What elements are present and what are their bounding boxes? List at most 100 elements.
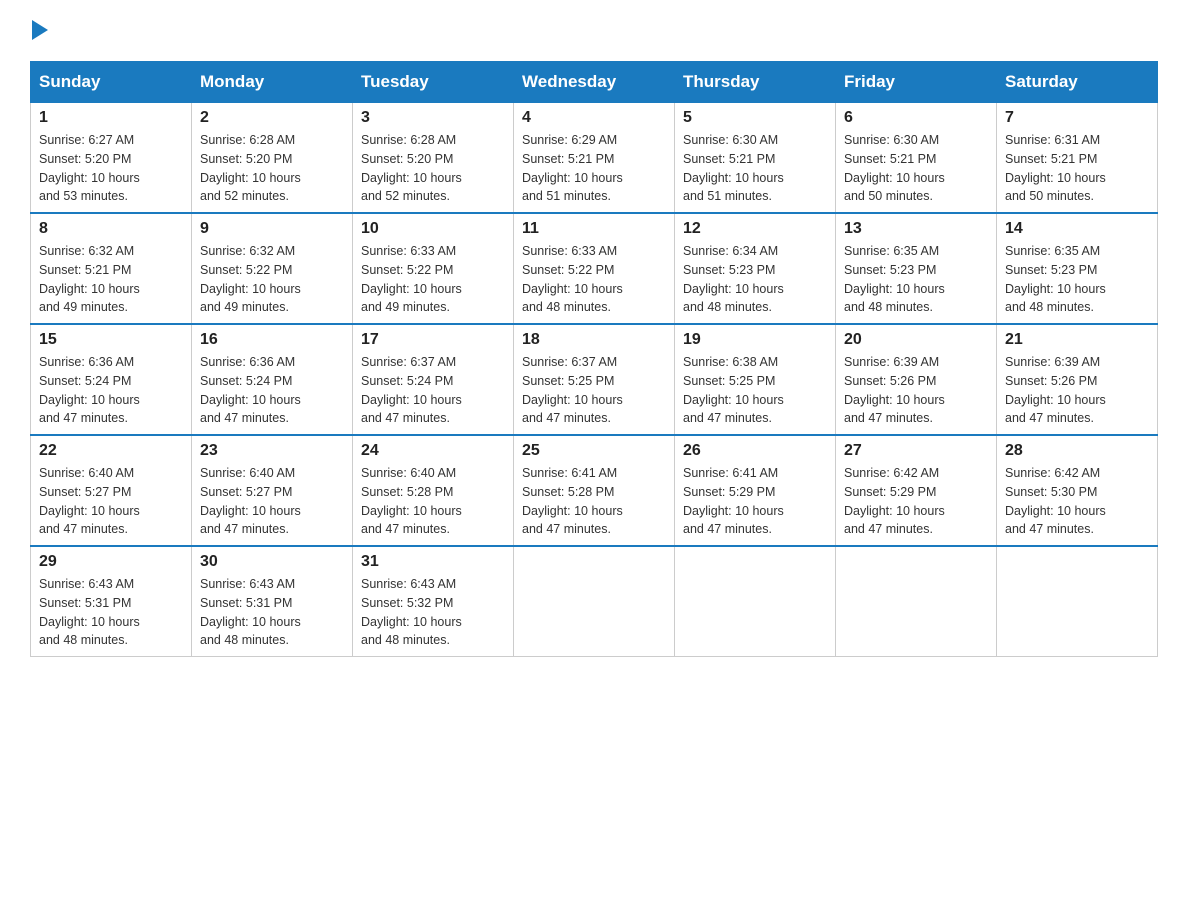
calendar-week-row: 15 Sunrise: 6:36 AMSunset: 5:24 PMDayligh… xyxy=(31,324,1158,435)
day-info: Sunrise: 6:39 AMSunset: 5:26 PMDaylight:… xyxy=(1005,353,1149,428)
calendar-cell: 23 Sunrise: 6:40 AMSunset: 5:27 PMDayligh… xyxy=(192,435,353,546)
calendar-cell: 6 Sunrise: 6:30 AMSunset: 5:21 PMDaylight… xyxy=(836,103,997,214)
calendar-cell: 5 Sunrise: 6:30 AMSunset: 5:21 PMDaylight… xyxy=(675,103,836,214)
calendar-cell xyxy=(997,546,1158,657)
day-info: Sunrise: 6:42 AMSunset: 5:30 PMDaylight:… xyxy=(1005,464,1149,539)
calendar-cell: 2 Sunrise: 6:28 AMSunset: 5:20 PMDaylight… xyxy=(192,103,353,214)
day-info: Sunrise: 6:33 AMSunset: 5:22 PMDaylight:… xyxy=(522,242,666,317)
calendar-cell: 24 Sunrise: 6:40 AMSunset: 5:28 PMDayligh… xyxy=(353,435,514,546)
day-number: 2 xyxy=(200,109,344,127)
day-number: 23 xyxy=(200,442,344,460)
calendar-cell: 9 Sunrise: 6:32 AMSunset: 5:22 PMDaylight… xyxy=(192,213,353,324)
calendar-cell: 20 Sunrise: 6:39 AMSunset: 5:26 PMDayligh… xyxy=(836,324,997,435)
calendar-cell xyxy=(514,546,675,657)
day-number: 31 xyxy=(361,553,505,571)
day-number: 20 xyxy=(844,331,988,349)
calendar-cell: 22 Sunrise: 6:40 AMSunset: 5:27 PMDayligh… xyxy=(31,435,192,546)
day-number: 19 xyxy=(683,331,827,349)
calendar-week-row: 29Sunrise: 6:43 AMSunset: 5:31 PMDayligh… xyxy=(31,546,1158,657)
day-info: Sunrise: 6:38 AMSunset: 5:25 PMDaylight:… xyxy=(683,353,827,428)
day-number: 22 xyxy=(39,442,183,460)
day-info: Sunrise: 6:37 AMSunset: 5:24 PMDaylight:… xyxy=(361,353,505,428)
calendar-cell: 1Sunrise: 6:27 AMSunset: 5:20 PMDaylight… xyxy=(31,103,192,214)
day-info: Sunrise: 6:35 AMSunset: 5:23 PMDaylight:… xyxy=(1005,242,1149,317)
day-info: Sunrise: 6:29 AMSunset: 5:21 PMDaylight:… xyxy=(522,131,666,206)
calendar-week-row: 8 Sunrise: 6:32 AMSunset: 5:21 PMDaylight… xyxy=(31,213,1158,324)
calendar-cell: 25Sunrise: 6:41 AMSunset: 5:28 PMDayligh… xyxy=(514,435,675,546)
day-number: 24 xyxy=(361,442,505,460)
calendar-header-row: SundayMondayTuesdayWednesdayThursdayFrid… xyxy=(31,62,1158,103)
calendar-cell xyxy=(675,546,836,657)
column-header-monday: Monday xyxy=(192,62,353,103)
day-info: Sunrise: 6:33 AMSunset: 5:22 PMDaylight:… xyxy=(361,242,505,317)
day-number: 4 xyxy=(522,109,666,127)
day-number: 9 xyxy=(200,220,344,238)
day-info: Sunrise: 6:40 AMSunset: 5:28 PMDaylight:… xyxy=(361,464,505,539)
day-number: 17 xyxy=(361,331,505,349)
day-info: Sunrise: 6:43 AMSunset: 5:31 PMDaylight:… xyxy=(200,575,344,650)
calendar-cell: 16 Sunrise: 6:36 AMSunset: 5:24 PMDayligh… xyxy=(192,324,353,435)
calendar-cell: 4 Sunrise: 6:29 AMSunset: 5:21 PMDaylight… xyxy=(514,103,675,214)
calendar-cell: 13 Sunrise: 6:35 AMSunset: 5:23 PMDayligh… xyxy=(836,213,997,324)
day-info: Sunrise: 6:41 AMSunset: 5:29 PMDaylight:… xyxy=(683,464,827,539)
calendar-cell: 27 Sunrise: 6:42 AMSunset: 5:29 PMDayligh… xyxy=(836,435,997,546)
day-number: 28 xyxy=(1005,442,1149,460)
calendar-week-row: 1Sunrise: 6:27 AMSunset: 5:20 PMDaylight… xyxy=(31,103,1158,214)
day-info: Sunrise: 6:30 AMSunset: 5:21 PMDaylight:… xyxy=(844,131,988,206)
day-number: 14 xyxy=(1005,220,1149,238)
day-info: Sunrise: 6:28 AMSunset: 5:20 PMDaylight:… xyxy=(200,131,344,206)
day-number: 27 xyxy=(844,442,988,460)
day-number: 15 xyxy=(39,331,183,349)
calendar-cell: 11 Sunrise: 6:33 AMSunset: 5:22 PMDayligh… xyxy=(514,213,675,324)
day-number: 3 xyxy=(361,109,505,127)
column-header-wednesday: Wednesday xyxy=(514,62,675,103)
column-header-sunday: Sunday xyxy=(31,62,192,103)
calendar-cell: 14 Sunrise: 6:35 AMSunset: 5:23 PMDayligh… xyxy=(997,213,1158,324)
calendar-cell: 7 Sunrise: 6:31 AMSunset: 5:21 PMDaylight… xyxy=(997,103,1158,214)
day-info: Sunrise: 6:32 AMSunset: 5:22 PMDaylight:… xyxy=(200,242,344,317)
day-info: Sunrise: 6:36 AMSunset: 5:24 PMDaylight:… xyxy=(200,353,344,428)
day-number: 25 xyxy=(522,442,666,460)
day-number: 8 xyxy=(39,220,183,238)
day-number: 10 xyxy=(361,220,505,238)
day-info: Sunrise: 6:34 AMSunset: 5:23 PMDaylight:… xyxy=(683,242,827,317)
day-info: Sunrise: 6:36 AMSunset: 5:24 PMDaylight:… xyxy=(39,353,183,428)
calendar-cell: 15 Sunrise: 6:36 AMSunset: 5:24 PMDayligh… xyxy=(31,324,192,435)
day-number: 11 xyxy=(522,220,666,238)
logo-arrow-icon xyxy=(32,20,48,40)
day-info: Sunrise: 6:40 AMSunset: 5:27 PMDaylight:… xyxy=(39,464,183,539)
day-info: Sunrise: 6:30 AMSunset: 5:21 PMDaylight:… xyxy=(683,131,827,206)
day-number: 7 xyxy=(1005,109,1149,127)
column-header-saturday: Saturday xyxy=(997,62,1158,103)
column-header-tuesday: Tuesday xyxy=(353,62,514,103)
calendar-cell: 28 Sunrise: 6:42 AMSunset: 5:30 PMDayligh… xyxy=(997,435,1158,546)
day-info: Sunrise: 6:32 AMSunset: 5:21 PMDaylight:… xyxy=(39,242,183,317)
calendar-cell: 8 Sunrise: 6:32 AMSunset: 5:21 PMDaylight… xyxy=(31,213,192,324)
day-info: Sunrise: 6:42 AMSunset: 5:29 PMDaylight:… xyxy=(844,464,988,539)
day-number: 21 xyxy=(1005,331,1149,349)
logo xyxy=(30,20,48,41)
calendar-cell: 12Sunrise: 6:34 AMSunset: 5:23 PMDayligh… xyxy=(675,213,836,324)
calendar-cell: 18Sunrise: 6:37 AMSunset: 5:25 PMDayligh… xyxy=(514,324,675,435)
day-number: 5 xyxy=(683,109,827,127)
calendar-cell: 17 Sunrise: 6:37 AMSunset: 5:24 PMDayligh… xyxy=(353,324,514,435)
calendar-cell: 3Sunrise: 6:28 AMSunset: 5:20 PMDaylight… xyxy=(353,103,514,214)
day-info: Sunrise: 6:43 AMSunset: 5:32 PMDaylight:… xyxy=(361,575,505,650)
day-number: 1 xyxy=(39,109,183,127)
calendar-cell xyxy=(836,546,997,657)
day-number: 13 xyxy=(844,220,988,238)
day-info: Sunrise: 6:40 AMSunset: 5:27 PMDaylight:… xyxy=(200,464,344,539)
day-info: Sunrise: 6:35 AMSunset: 5:23 PMDaylight:… xyxy=(844,242,988,317)
calendar-cell: 30Sunrise: 6:43 AMSunset: 5:31 PMDayligh… xyxy=(192,546,353,657)
day-info: Sunrise: 6:39 AMSunset: 5:26 PMDaylight:… xyxy=(844,353,988,428)
day-info: Sunrise: 6:37 AMSunset: 5:25 PMDaylight:… xyxy=(522,353,666,428)
day-number: 6 xyxy=(844,109,988,127)
day-info: Sunrise: 6:31 AMSunset: 5:21 PMDaylight:… xyxy=(1005,131,1149,206)
calendar-cell: 26Sunrise: 6:41 AMSunset: 5:29 PMDayligh… xyxy=(675,435,836,546)
day-number: 16 xyxy=(200,331,344,349)
calendar-cell: 21 Sunrise: 6:39 AMSunset: 5:26 PMDayligh… xyxy=(997,324,1158,435)
day-info: Sunrise: 6:43 AMSunset: 5:31 PMDaylight:… xyxy=(39,575,183,650)
calendar-cell: 31 Sunrise: 6:43 AMSunset: 5:32 PMDayligh… xyxy=(353,546,514,657)
column-header-friday: Friday xyxy=(836,62,997,103)
column-header-thursday: Thursday xyxy=(675,62,836,103)
